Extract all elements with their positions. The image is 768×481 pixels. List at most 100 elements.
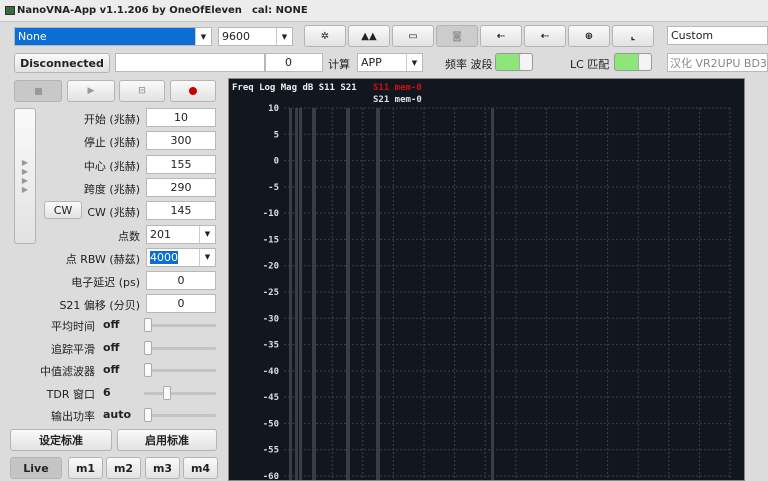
points-value: 201 <box>150 228 171 241</box>
baud-select[interactable]: 9600▼ <box>218 27 293 46</box>
stop-label: 停止 (兆赫) <box>84 134 140 150</box>
stop-field[interactable]: 300 <box>146 131 216 150</box>
slider-track[interactable] <box>144 414 216 417</box>
chevron-down-icon: ▼ <box>195 28 211 45</box>
stop-value: 300 <box>171 134 192 147</box>
start-field[interactable]: 10 <box>146 108 216 127</box>
stop-button[interactable] <box>14 80 62 102</box>
span-value: 290 <box>171 181 192 194</box>
slider-value: off <box>103 363 119 376</box>
slider-track[interactable] <box>144 324 216 327</box>
slider-track[interactable] <box>144 392 216 395</box>
usb-icon: ⇠ <box>497 31 505 42</box>
trace-bar <box>312 108 316 480</box>
start-value: 10 <box>174 111 188 124</box>
connect-button[interactable]: Disconnected <box>14 53 110 73</box>
set-calibration-button[interactable]: 设定标准 <box>10 429 112 451</box>
graph-icon: ⌞ <box>631 31 636 42</box>
record-icon <box>189 87 197 95</box>
s21offset-field[interactable]: 0 <box>146 294 216 313</box>
y-tick-label: -15 <box>263 235 279 245</box>
slider-thumb[interactable] <box>144 408 152 422</box>
freq-band-toggle[interactable] <box>495 53 533 71</box>
chevron-down-icon: ▼ <box>199 226 215 243</box>
y-tick-label: -25 <box>263 288 279 298</box>
slider-track[interactable] <box>144 347 216 350</box>
slider-label: 输出功率 <box>51 408 95 424</box>
camera-button[interactable]: ◙ <box>436 25 478 47</box>
play-icon: ▶ <box>88 86 95 96</box>
window-title: NanoVNA-App v1.1.206 by OneOfEleven <box>17 5 242 16</box>
chevron-down-icon: ▼ <box>199 249 215 266</box>
y-tick-label: -45 <box>263 393 279 403</box>
usb-button[interactable]: ⇠ <box>480 25 522 47</box>
slider-thumb[interactable] <box>144 318 152 332</box>
usb-button[interactable]: ⇠ <box>524 25 566 47</box>
rbw-label: 点 RBW (赫兹) <box>66 251 140 267</box>
port-select[interactable]: None ▼ <box>14 27 212 46</box>
y-tick-label: -40 <box>263 367 279 377</box>
play-button[interactable]: ▶ <box>67 80 115 102</box>
calc-mode-select[interactable]: APP ▼ <box>357 53 423 72</box>
edelay-field[interactable]: 0 <box>146 271 216 290</box>
slider-thumb[interactable] <box>163 386 171 400</box>
single-sweep-button[interactable]: ⊟ <box>119 80 165 102</box>
slider-label: TDR 窗口 <box>47 386 95 402</box>
y-tick-label: -50 <box>263 419 279 429</box>
slider-thumb[interactable] <box>144 341 152 355</box>
panel-collapse-handle[interactable]: ▶▶▶▶ <box>14 108 36 244</box>
camera-icon: ◙ <box>452 31 462 42</box>
chart-panel[interactable]: Freq Log Mag dB S11 S21 S11 mem-0 S21 me… <box>228 78 745 481</box>
y-tick-label: -60 <box>263 472 279 480</box>
up-arrows-button[interactable]: ▲▲ <box>348 25 390 47</box>
text-input[interactable] <box>115 53 265 72</box>
port-value: None <box>18 30 47 43</box>
slider-track[interactable] <box>144 369 216 372</box>
title-bar: NanoVNA-App v1.1.206 by OneOfEleven cal:… <box>0 0 768 22</box>
enable-calibration-button[interactable]: 启用标准 <box>117 429 217 451</box>
up-arrows-icon: ▲▲ <box>361 31 376 42</box>
points-field[interactable]: 201 ▼ <box>146 225 216 244</box>
s21offset-value: 0 <box>178 297 185 310</box>
settings-gear-icon: ✲ <box>321 31 329 42</box>
chevron-down-icon: ▼ <box>406 54 422 71</box>
chevron-right-icon: ▶▶▶▶ <box>22 158 28 194</box>
record-button[interactable] <box>170 80 216 102</box>
plot-area: 1050-5-10-15-20-25-30-35-40-45-50-55-60 <box>229 79 744 480</box>
trace-bar <box>491 108 494 480</box>
lc-match-label: LC 匹配 <box>570 56 609 72</box>
center-label: 中心 (兆赫) <box>84 158 140 174</box>
rbw-field[interactable]: 4000▼ <box>146 248 216 267</box>
marker-m4-button[interactable]: m4 <box>183 457 218 479</box>
preset-value: Custom <box>671 29 713 42</box>
marker-m1-button[interactable]: m1 <box>68 457 103 479</box>
y-tick-label: -55 <box>263 446 279 456</box>
y-tick-label: 0 <box>274 157 279 167</box>
marker-m2-button[interactable]: m2 <box>106 457 141 479</box>
span-field[interactable]: 290 <box>146 178 216 197</box>
baud-value: 9600 <box>222 30 250 43</box>
edelay-label: 电子延迟 (ps) <box>71 274 140 290</box>
target-button[interactable]: ⊕ <box>568 25 610 47</box>
trace-bar <box>346 108 350 480</box>
y-tick-label: -5 <box>268 183 279 193</box>
marker-m3-button[interactable]: m3 <box>145 457 180 479</box>
points-label: 点数 <box>118 228 140 244</box>
cw-button[interactable]: CW <box>44 201 82 219</box>
preset-field[interactable]: Custom <box>667 26 768 45</box>
calc-mode-value: APP <box>361 56 382 69</box>
settings-gear-button[interactable]: ✲ <box>304 25 346 47</box>
calc-input[interactable]: 0 <box>265 53 323 72</box>
marker-live-button[interactable]: Live <box>10 457 62 479</box>
cw-field[interactable]: 145 <box>146 201 216 220</box>
y-tick-label: -30 <box>263 314 279 324</box>
start-label: 开始 (兆赫) <box>84 111 140 127</box>
single-sweep-icon: ⊟ <box>138 86 146 96</box>
lc-match-toggle[interactable] <box>614 53 652 71</box>
graph-button[interactable]: ⌞ <box>612 25 654 47</box>
slider-thumb[interactable] <box>144 363 152 377</box>
center-field[interactable]: 155 <box>146 155 216 174</box>
battery-button[interactable]: ▭ <box>392 25 434 47</box>
slider-label: 平均时间 <box>51 318 95 334</box>
target-icon: ⊕ <box>585 31 593 42</box>
